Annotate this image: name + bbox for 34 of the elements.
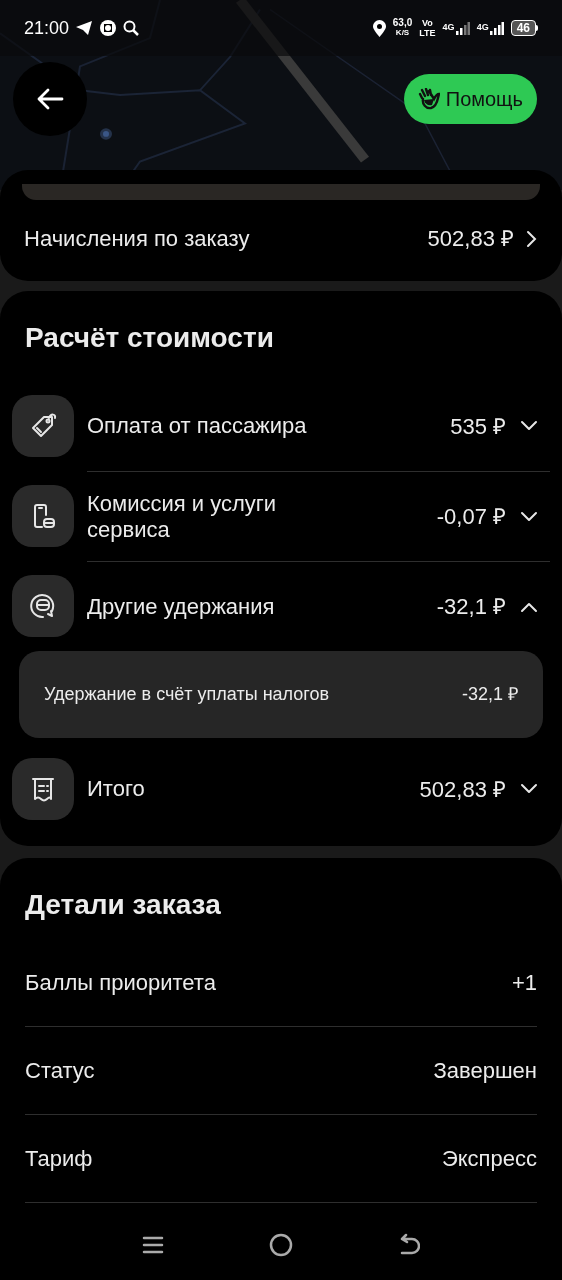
clock-time: 21:00 xyxy=(24,16,70,40)
network-speed-unit: K/S xyxy=(395,28,410,38)
detail-label: Статус xyxy=(25,1057,95,1085)
signal-icon xyxy=(489,21,504,35)
detail-label: Баллы приоритета xyxy=(25,968,216,997)
menu-icon[interactable] xyxy=(142,1234,165,1256)
location-pin-icon xyxy=(372,19,386,37)
chevron-right-icon xyxy=(526,229,538,248)
detail-value: Завершен xyxy=(433,1057,537,1085)
detail-value: Экспресс xyxy=(441,1145,537,1173)
network-type: 4G xyxy=(476,21,489,32)
help-button[interactable]: Помощь xyxy=(403,74,537,124)
signal-icon xyxy=(455,21,470,35)
waving-hand-icon xyxy=(417,88,440,110)
paper-plane-icon xyxy=(75,20,94,36)
accruals-row[interactable]: Начисления по заказу 502,83 ₽ xyxy=(24,222,538,255)
volte-label: LTE xyxy=(419,28,436,38)
battery-level: 46 xyxy=(510,20,536,36)
detail-value: +1 xyxy=(511,968,537,997)
network-speed: 63,0 xyxy=(392,18,413,28)
home-icon[interactable] xyxy=(269,1233,293,1257)
back-arrow-icon xyxy=(36,87,64,111)
search-icon xyxy=(123,20,140,36)
detail-amount: -32,1 ₽ xyxy=(461,683,518,706)
volte-label: Vo xyxy=(422,18,433,28)
section-title: Детали заказа xyxy=(25,888,222,922)
detail-label: Тариф xyxy=(25,1145,93,1173)
section-title: Расчёт стоимости xyxy=(24,321,275,355)
network-type: 4G xyxy=(442,21,455,32)
cost-row[interactable]: Итого 502,83 ₽ xyxy=(12,744,550,834)
cost-row[interactable]: Комиссия и услуги сервиса -0,07 ₽ xyxy=(12,471,550,561)
detail-label: Удержание в счёт уплаты налогов xyxy=(44,683,330,706)
app-logo-icon xyxy=(99,19,118,37)
cost-row[interactable]: Оплата от пассажира 535 ₽ xyxy=(12,381,550,471)
